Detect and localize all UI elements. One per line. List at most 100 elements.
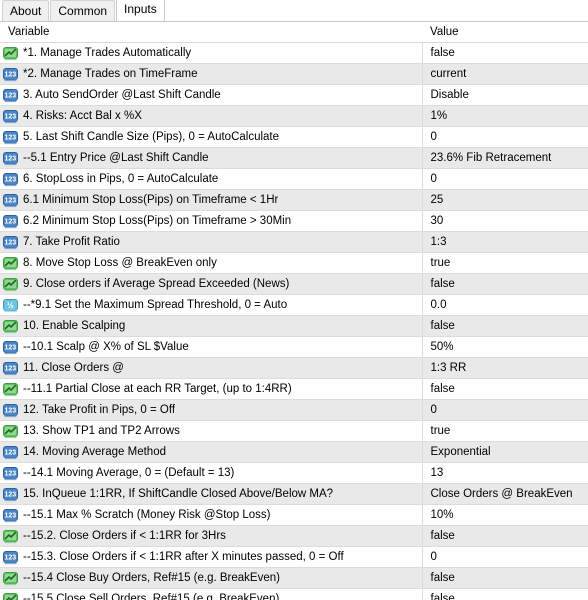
value-cell[interactable]: Disable — [422, 84, 588, 106]
value-cell[interactable]: 0 — [422, 399, 588, 421]
variable-cell-content: ½ --*9.1 Set the Maximum Spread Threshold… — [3, 295, 421, 315]
table-row[interactable]: 123 14. Moving Average Method Exponential — [0, 441, 588, 463]
value-cell[interactable]: false — [422, 378, 588, 400]
value-cell[interactable]: 0 — [422, 546, 588, 568]
inputs-grid-panel: Variable Value *1. Manage Trades Automat… — [0, 21, 588, 600]
bool-type-icon — [3, 46, 18, 61]
value-cell[interactable]: false — [422, 42, 588, 64]
value-cell[interactable]: 0 — [422, 168, 588, 190]
table-row[interactable]: 123 --14.1 Moving Average, 0 = (Default =… — [0, 462, 588, 484]
int-type-icon: 123 — [3, 508, 18, 523]
table-row[interactable]: 123 5. Last Shift Candle Size (Pips), 0 =… — [0, 126, 588, 148]
value-cell[interactable]: Exponential — [422, 441, 588, 463]
value-cell[interactable]: true — [422, 420, 588, 442]
table-row[interactable]: 123 --15.1 Max % Scratch (Money Risk @Sto… — [0, 504, 588, 526]
value-text: false — [430, 383, 455, 395]
variable-cell: ½ --*9.1 Set the Maximum Spread Threshold… — [0, 294, 423, 316]
bool-type-icon — [3, 571, 18, 586]
tab-inputs[interactable]: Inputs — [116, 0, 165, 21]
value-cell[interactable]: false — [422, 525, 588, 547]
table-row[interactable]: 123 --5.1 Entry Price @Last Shift Candle 2… — [0, 147, 588, 169]
table-row[interactable]: 123 *2. Manage Trades on TimeFrame current — [0, 63, 588, 85]
variable-label: --5.1 Entry Price @Last Shift Candle — [23, 152, 209, 164]
table-row[interactable]: *1. Manage Trades Automatically false — [0, 42, 588, 64]
svg-text:123: 123 — [4, 407, 16, 414]
int-type-icon: 123 — [3, 445, 18, 460]
int-type-icon: 123 — [3, 235, 18, 250]
variable-cell: 123 14. Moving Average Method — [0, 441, 423, 463]
value-cell[interactable]: false — [422, 588, 588, 600]
value-cell[interactable]: 1% — [422, 105, 588, 127]
table-row[interactable]: 10. Enable Scalping false — [0, 315, 588, 337]
column-header-value[interactable]: Value — [422, 22, 588, 43]
svg-text:123: 123 — [4, 554, 16, 561]
variable-cell-content: --15.2. Close Orders if < 1:1RR for 3Hrs — [3, 526, 421, 546]
value-cell[interactable]: 25 — [422, 189, 588, 211]
svg-text:123: 123 — [4, 92, 16, 99]
variable-label: 15. InQueue 1:1RR, If ShiftCandle Closed… — [23, 488, 334, 500]
variable-label: 8. Move Stop Loss @ BreakEven only — [23, 257, 217, 269]
table-row[interactable]: 123 11. Close Orders @ 1:3 RR — [0, 357, 588, 379]
tab-common[interactable]: Common — [50, 0, 116, 22]
value-cell[interactable]: 13 — [422, 462, 588, 484]
value-cell[interactable]: 0.0 — [422, 294, 588, 316]
table-row[interactable]: 123 3. Auto SendOrder @Last Shift Candle D… — [0, 84, 588, 106]
value-text: Disable — [430, 89, 469, 101]
table-row[interactable]: --15.2. Close Orders if < 1:1RR for 3Hrs… — [0, 525, 588, 547]
value-cell[interactable]: true — [422, 252, 588, 274]
variable-cell-content: 123 --5.1 Entry Price @Last Shift Candle — [3, 148, 421, 168]
value-text: false — [430, 278, 455, 290]
table-header: Variable Value — [0, 22, 588, 43]
value-text: true — [430, 425, 451, 437]
variable-label: *2. Manage Trades on TimeFrame — [23, 68, 198, 80]
svg-text:123: 123 — [4, 449, 16, 456]
value-cell[interactable]: false — [422, 273, 588, 295]
double-type-icon: ½ — [3, 298, 18, 313]
value-text: current — [430, 68, 467, 80]
variable-label: --15.4 Close Buy Orders, Ref#15 (e.g. Br… — [23, 572, 280, 584]
value-cell[interactable]: 1:3 — [422, 231, 588, 253]
table-row[interactable]: 13. Show TP1 and TP2 Arrows true — [0, 420, 588, 442]
value-text: false — [430, 593, 455, 600]
tab-about[interactable]: About — [2, 0, 50, 22]
tab-label: Inputs — [124, 2, 157, 16]
table-row[interactable]: 9. Close orders if Average Spread Exceed… — [0, 273, 588, 295]
table-row[interactable]: 123 12. Take Profit in Pips, 0 = Off 0 — [0, 399, 588, 421]
table-row[interactable]: 8. Move Stop Loss @ BreakEven only true — [0, 252, 588, 274]
table-row[interactable]: --11.1 Partial Close at each RR Target, … — [0, 378, 588, 400]
table-row[interactable]: --15.5 Close Sell Orders, Ref#15 (e.g. B… — [0, 588, 588, 600]
variable-label: 14. Moving Average Method — [23, 446, 166, 458]
table-row[interactable]: 123 --15.3. Close Orders if < 1:1RR after… — [0, 546, 588, 568]
value-cell[interactable]: 30 — [422, 210, 588, 232]
svg-text:123: 123 — [4, 134, 16, 141]
value-text: 0 — [430, 551, 437, 563]
table-row[interactable]: ½ --*9.1 Set the Maximum Spread Threshold… — [0, 294, 588, 316]
value-text: 50% — [430, 341, 454, 353]
value-cell[interactable]: false — [422, 315, 588, 337]
variable-cell-content: 123 4. Risks: Acct Bal x %X — [3, 106, 421, 126]
variable-cell: 8. Move Stop Loss @ BreakEven only — [0, 252, 423, 274]
value-cell[interactable]: false — [422, 567, 588, 589]
table-row[interactable]: 123 6.1 Minimum Stop Loss(Pips) on Timefr… — [0, 189, 588, 211]
table-row[interactable]: 123 6.2 Minimum Stop Loss(Pips) on Timefr… — [0, 210, 588, 232]
value-cell[interactable]: Close Orders @ BreakEven — [422, 483, 588, 505]
svg-text:123: 123 — [4, 344, 16, 351]
table-row[interactable]: --15.4 Close Buy Orders, Ref#15 (e.g. Br… — [0, 567, 588, 589]
value-cell[interactable]: 0 — [422, 126, 588, 148]
table-row[interactable]: 123 --10.1 Scalp @ X% of SL $Value 50% — [0, 336, 588, 358]
value-cell[interactable]: 23.6% Fib Retracement — [422, 147, 588, 169]
column-header-variable[interactable]: Variable — [0, 22, 422, 43]
value-cell[interactable]: current — [422, 63, 588, 85]
table-row[interactable]: 123 15. InQueue 1:1RR, If ShiftCandle Clo… — [0, 483, 588, 505]
table-row[interactable]: 123 4. Risks: Acct Bal x %X 1% — [0, 105, 588, 127]
table-row[interactable]: 123 7. Take Profit Ratio 1:3 — [0, 231, 588, 253]
table-row[interactable]: 123 6. StopLoss in Pips, 0 = AutoCalculat… — [0, 168, 588, 190]
variable-cell-content: 8. Move Stop Loss @ BreakEven only — [3, 253, 421, 273]
variable-cell-content: 123 *2. Manage Trades on TimeFrame — [3, 64, 421, 84]
value-cell[interactable]: 1:3 RR — [422, 357, 588, 379]
svg-text:123: 123 — [4, 197, 16, 204]
variable-cell: 123 --10.1 Scalp @ X% of SL $Value — [0, 336, 423, 358]
value-cell[interactable]: 10% — [422, 504, 588, 526]
value-cell[interactable]: 50% — [422, 336, 588, 358]
int-type-icon: 123 — [3, 403, 18, 418]
